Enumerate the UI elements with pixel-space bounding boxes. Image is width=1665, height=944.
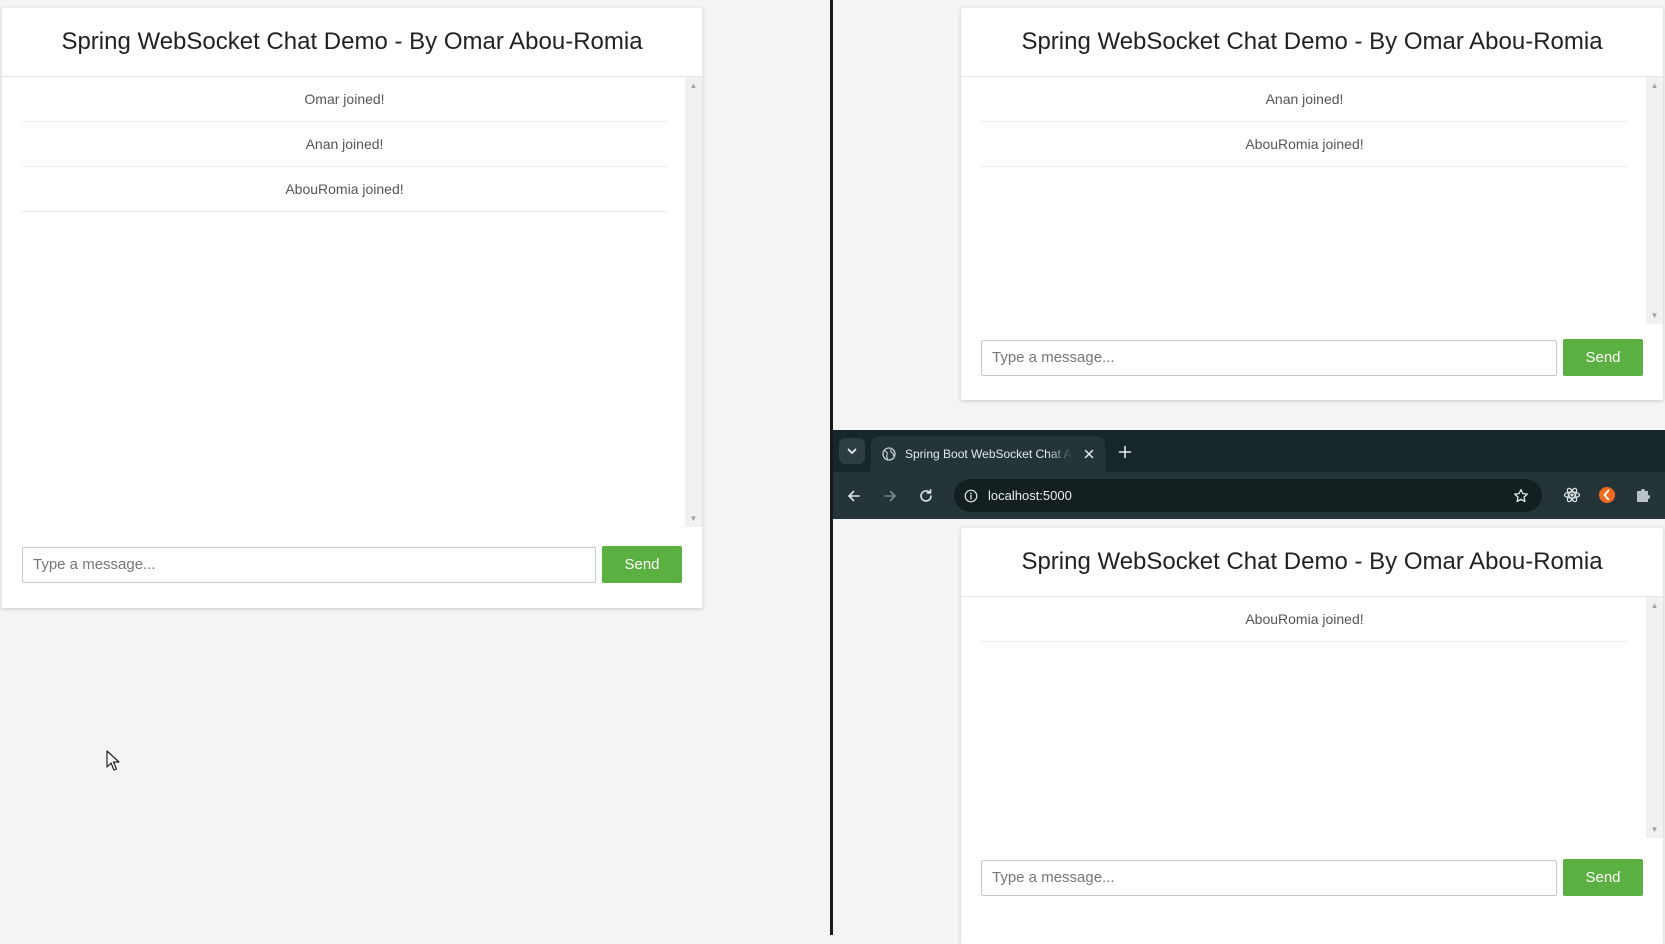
tab-active[interactable]: Spring Boot WebSocket Chat App bbox=[871, 436, 1105, 472]
page-title: Spring WebSocket Chat Demo - By Omar Abo… bbox=[61, 28, 643, 55]
orange-extension-icon[interactable] bbox=[1597, 485, 1617, 505]
scroll-down-arrow-icon[interactable]: ▼ bbox=[1646, 307, 1663, 324]
mouse-pointer-icon bbox=[106, 750, 120, 771]
message-list: Omar joined! Anan joined! AbouRomia join… bbox=[2, 77, 702, 212]
scroll-up-arrow-icon[interactable]: ▲ bbox=[685, 77, 702, 94]
chat-header: Spring WebSocket Chat Demo - By Omar Abo… bbox=[961, 8, 1663, 77]
vertical-scrollbar[interactable]: ▲ ▼ bbox=[685, 77, 702, 527]
message-area[interactable]: Anan joined! AbouRomia joined! ▲ ▼ bbox=[961, 77, 1663, 324]
chat-container: Spring WebSocket Chat Demo - By Omar Abo… bbox=[2, 8, 702, 608]
arrow-right-icon bbox=[884, 490, 896, 502]
message-form: Send bbox=[981, 859, 1643, 896]
arrow-left-icon bbox=[848, 490, 860, 502]
message-item: Anan joined! bbox=[22, 122, 667, 167]
message-item: AbouRomia joined! bbox=[981, 597, 1628, 642]
reload-icon bbox=[920, 489, 932, 502]
close-icon[interactable] bbox=[1081, 446, 1097, 462]
page-title: Spring WebSocket Chat Demo - By Omar Abo… bbox=[1021, 28, 1603, 55]
message-item: AbouRomia joined! bbox=[981, 122, 1628, 167]
scroll-down-arrow-icon[interactable]: ▼ bbox=[685, 510, 702, 527]
new-tab-button[interactable] bbox=[1114, 441, 1136, 463]
message-list: AbouRomia joined! bbox=[961, 597, 1663, 642]
chat-container: Spring WebSocket Chat Demo - By Omar Abo… bbox=[961, 528, 1663, 944]
tab-title: Spring Boot WebSocket Chat App bbox=[905, 447, 1073, 461]
send-button[interactable]: Send bbox=[1563, 339, 1643, 376]
scroll-down-arrow-icon[interactable]: ▼ bbox=[1646, 821, 1663, 838]
right-bottom-browser-window: Spring Boot WebSocket Chat App localhost… bbox=[833, 430, 1665, 944]
message-input[interactable] bbox=[981, 859, 1557, 896]
right-top-browser-window: Spring WebSocket Chat Demo - By Omar Abo… bbox=[833, 0, 1665, 430]
send-button[interactable]: Send bbox=[1563, 859, 1643, 896]
info-icon[interactable] bbox=[964, 489, 978, 503]
browser-viewport: Spring WebSocket Chat Demo - By Omar Abo… bbox=[833, 519, 1665, 944]
left-browser-window: Spring WebSocket Chat Demo - By Omar Abo… bbox=[0, 0, 832, 935]
message-item: Omar joined! bbox=[22, 77, 667, 122]
scroll-up-arrow-icon[interactable]: ▲ bbox=[1646, 77, 1663, 94]
message-list: Anan joined! AbouRomia joined! bbox=[961, 77, 1663, 167]
browser-toolbar: localhost:5000 bbox=[833, 472, 1665, 519]
extensions-puzzle-icon[interactable] bbox=[1633, 485, 1653, 505]
url-text[interactable]: localhost:5000 bbox=[988, 488, 1072, 503]
star-icon[interactable] bbox=[1512, 487, 1530, 505]
scroll-up-arrow-icon[interactable]: ▲ bbox=[1646, 597, 1663, 614]
page-title: Spring WebSocket Chat Demo - By Omar Abo… bbox=[1021, 548, 1603, 575]
plus-icon bbox=[1118, 445, 1132, 459]
back-button[interactable] bbox=[842, 484, 866, 508]
chevron-down-icon bbox=[847, 448, 857, 454]
message-area[interactable]: AbouRomia joined! ▲ ▼ bbox=[961, 597, 1663, 838]
chat-header: Spring WebSocket Chat Demo - By Omar Abo… bbox=[2, 8, 702, 77]
chat-header: Spring WebSocket Chat Demo - By Omar Abo… bbox=[961, 528, 1663, 597]
vertical-scrollbar[interactable]: ▲ ▼ bbox=[1646, 597, 1663, 838]
globe-icon bbox=[881, 446, 897, 462]
reload-button[interactable] bbox=[914, 484, 938, 508]
send-button[interactable]: Send bbox=[602, 546, 682, 583]
react-devtools-extension-icon[interactable] bbox=[1562, 485, 1582, 505]
message-area[interactable]: Omar joined! Anan joined! AbouRomia join… bbox=[2, 77, 702, 527]
address-bar[interactable]: localhost:5000 bbox=[954, 479, 1542, 512]
message-form: Send bbox=[22, 546, 682, 583]
tab-search-button[interactable] bbox=[839, 438, 865, 464]
tab-strip: Spring Boot WebSocket Chat App bbox=[833, 430, 1665, 472]
vertical-scrollbar[interactable]: ▲ ▼ bbox=[1646, 77, 1663, 324]
forward-button[interactable] bbox=[878, 484, 902, 508]
message-item: Anan joined! bbox=[981, 77, 1628, 122]
message-input[interactable] bbox=[22, 546, 596, 583]
message-input[interactable] bbox=[981, 339, 1557, 376]
chat-container: Spring WebSocket Chat Demo - By Omar Abo… bbox=[961, 8, 1663, 400]
message-form: Send bbox=[981, 339, 1643, 376]
message-item: AbouRomia joined! bbox=[22, 167, 667, 212]
